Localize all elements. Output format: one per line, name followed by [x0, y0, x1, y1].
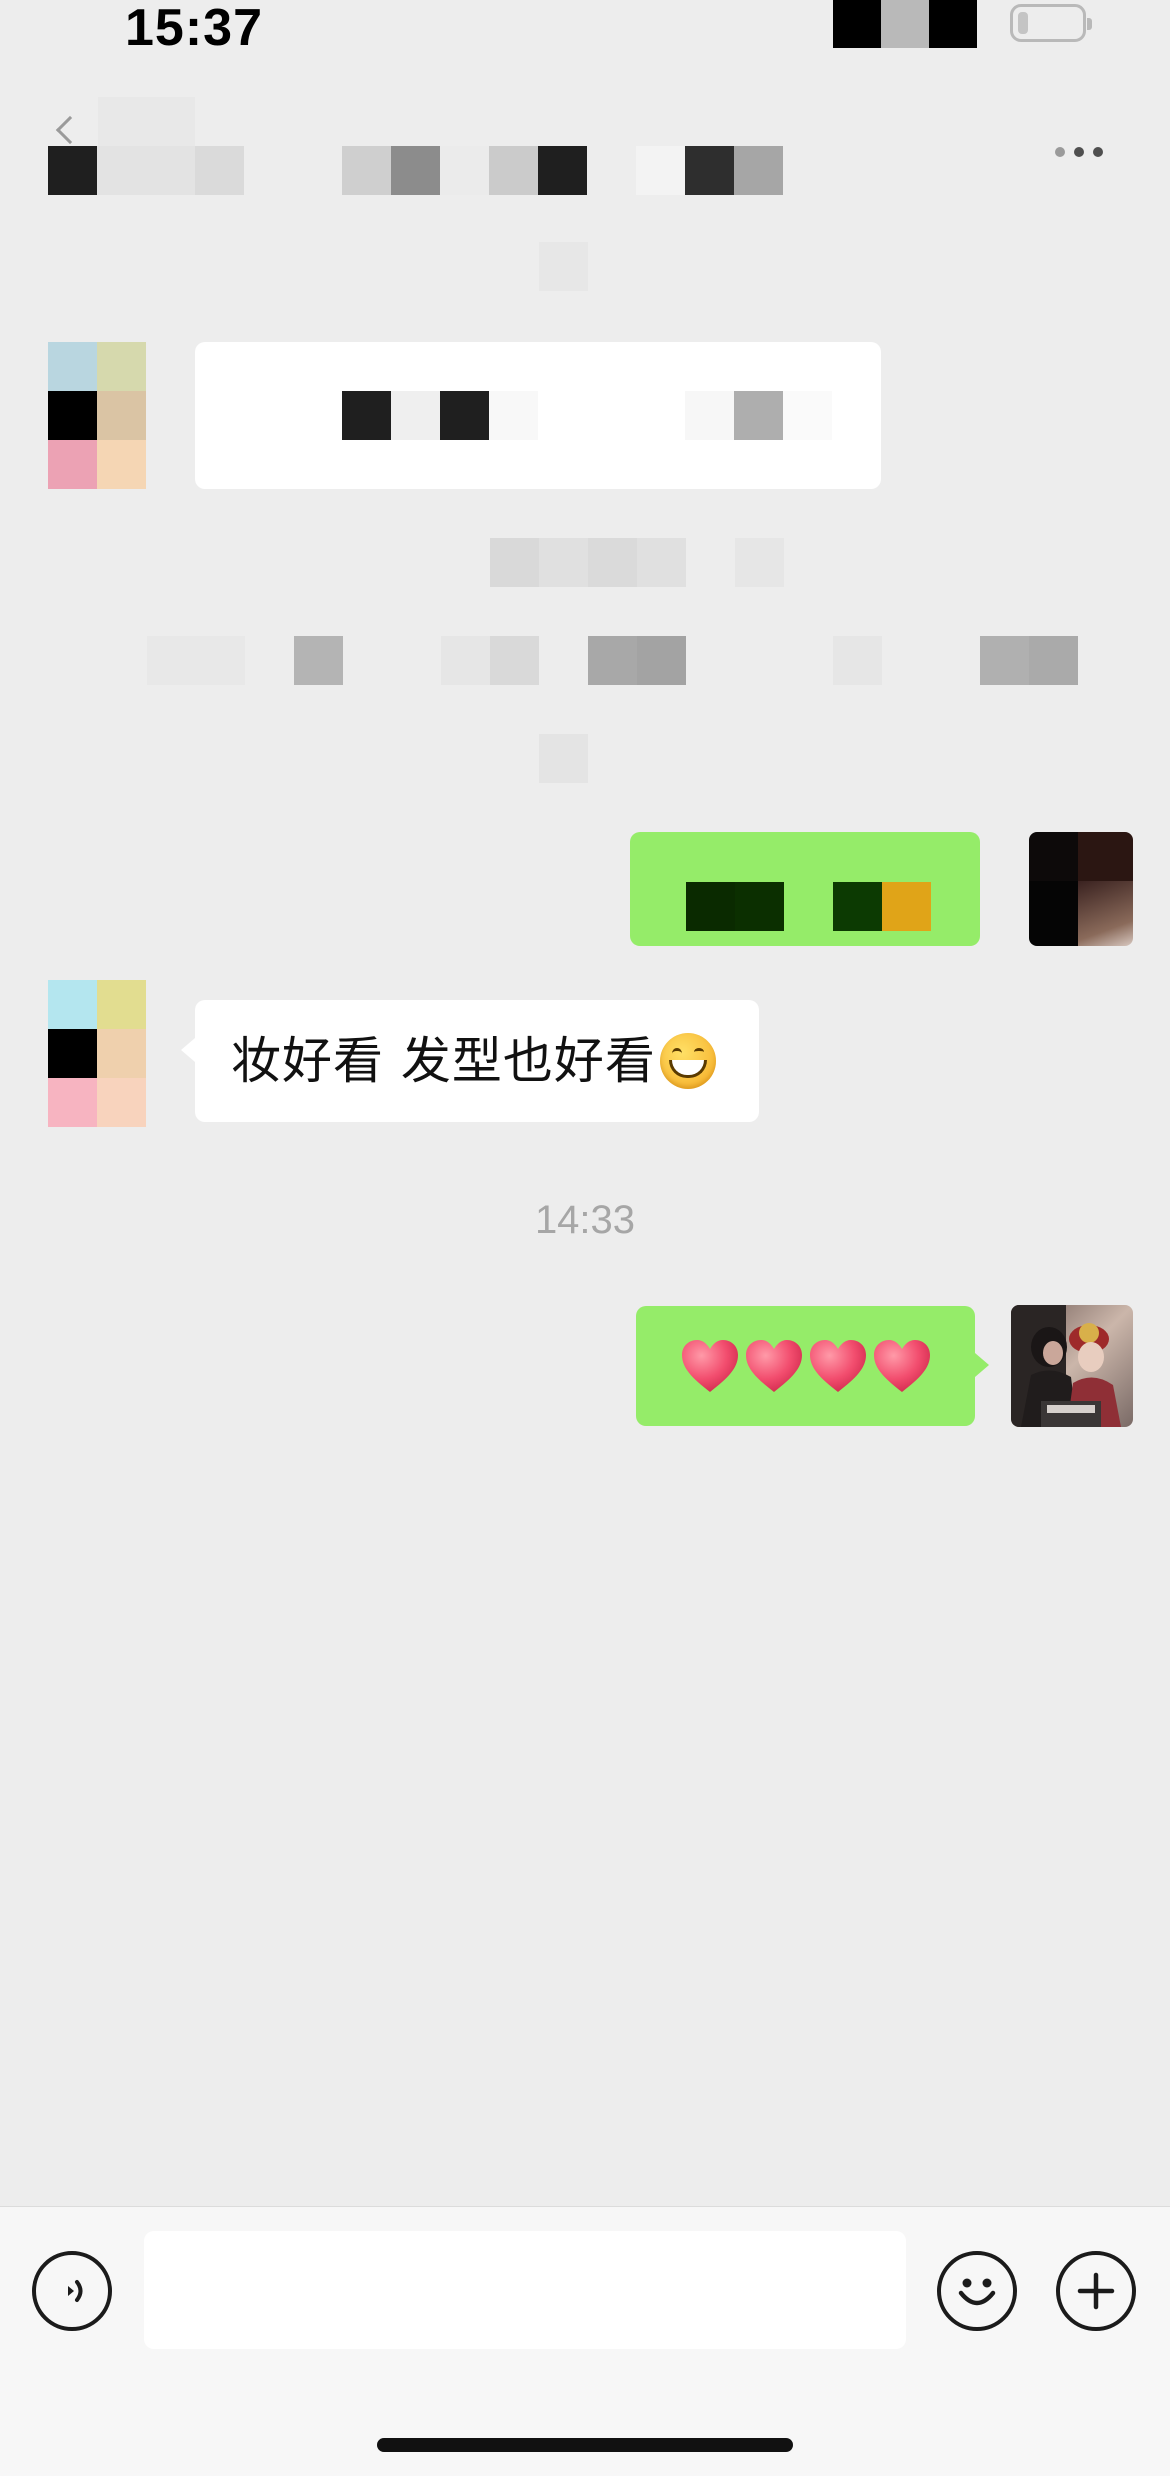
- red-heart-emoji: [680, 1338, 740, 1394]
- incoming-message-redacted[interactable]: [195, 342, 881, 489]
- hearts-message: [680, 1338, 932, 1394]
- outgoing-message[interactable]: [636, 1306, 989, 1426]
- voice-icon[interactable]: [32, 2251, 112, 2331]
- status-icons-redacted: [833, 0, 977, 48]
- contact-avatar[interactable]: [48, 342, 146, 489]
- red-heart-emoji: [808, 1338, 868, 1394]
- home-indicator[interactable]: [377, 2438, 793, 2452]
- ellipsis-icon[interactable]: [1055, 140, 1115, 164]
- grinning-face-emoji: [659, 1033, 716, 1089]
- timestamp: 14:33: [534, 1198, 636, 1242]
- contact-avatar[interactable]: [48, 980, 146, 1127]
- red-heart-emoji: [744, 1338, 804, 1394]
- incoming-message[interactable]: 妆好看 发型也好看: [181, 1000, 759, 1122]
- plus-icon[interactable]: [1056, 2251, 1136, 2331]
- message-input[interactable]: [144, 2231, 906, 2349]
- input-bar: [0, 2206, 1170, 2476]
- my-avatar[interactable]: [1029, 832, 1133, 946]
- my-avatar[interactable]: [1011, 1305, 1133, 1427]
- outgoing-message-redacted[interactable]: [630, 832, 980, 946]
- message-text: 妆好看 发型也好看: [231, 1032, 656, 1090]
- battery-icon: [1010, 4, 1092, 42]
- smiley-icon[interactable]: [937, 2251, 1017, 2331]
- chevron-left-icon[interactable]: [55, 115, 85, 145]
- red-heart-emoji: [872, 1338, 932, 1394]
- status-time: 15:37: [125, 0, 263, 57]
